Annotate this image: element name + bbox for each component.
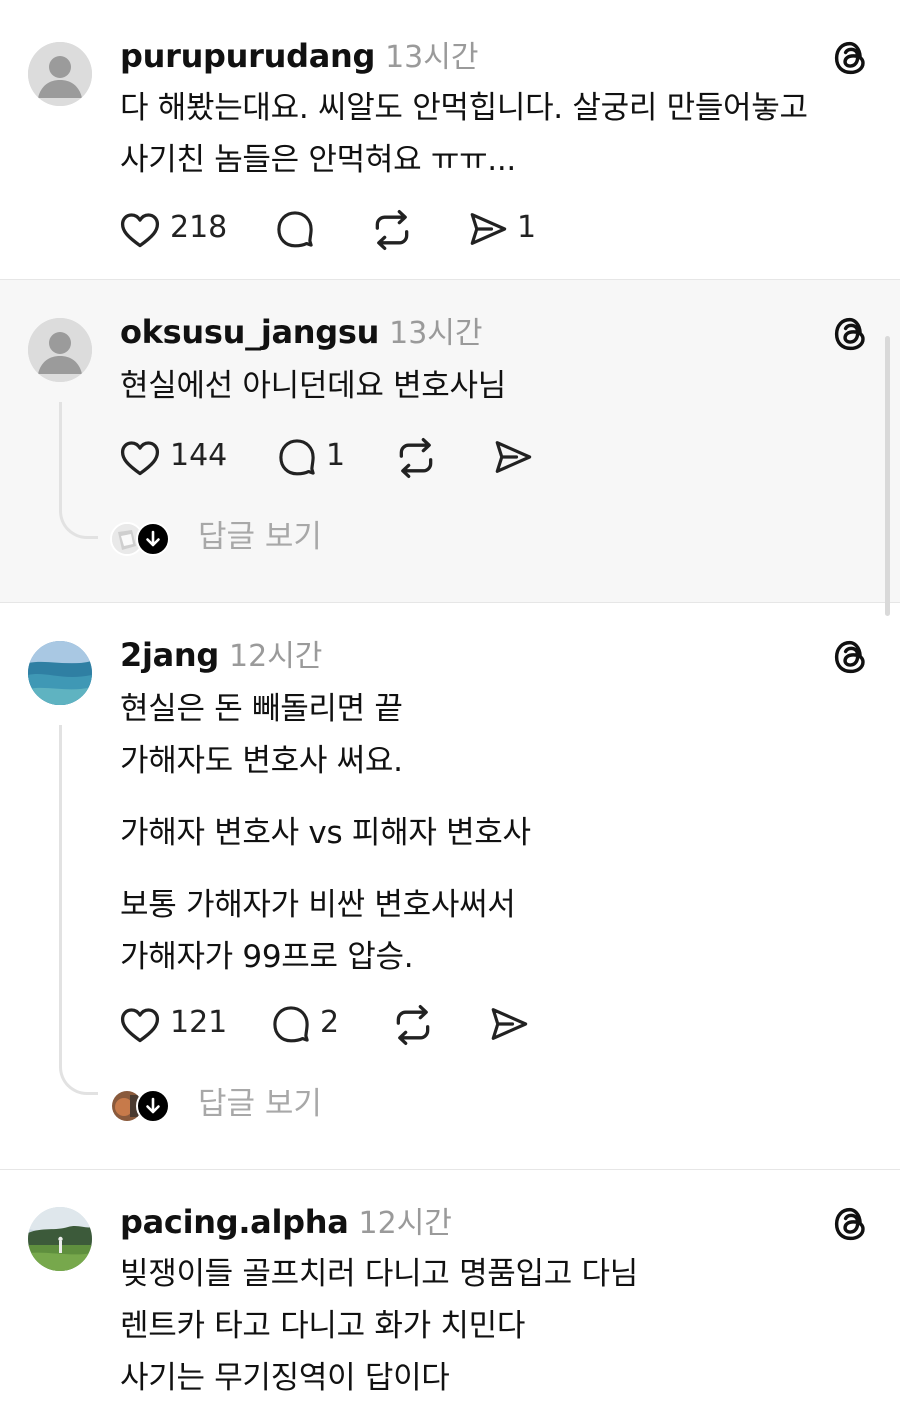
avatar[interactable] (28, 1207, 92, 1271)
avatar-image (28, 1207, 92, 1271)
post-line: 보통 가해자가 비싼 변호사써서 (120, 887, 516, 923)
post-line: 다 해봤는대요. 씨알도 안먹힙니다. 살궁리 만들어놓고 (120, 90, 808, 126)
comment-bubble-icon (270, 1003, 312, 1045)
heart-icon (118, 436, 162, 480)
comment-count: 1 (326, 438, 346, 473)
repost-icon (394, 436, 438, 480)
username[interactable]: pacing.alpha (120, 1203, 349, 1241)
like-count: 144 (170, 438, 228, 473)
post-line: 가해자가 99프로 압승. (120, 939, 414, 975)
scrollbar[interactable] (885, 336, 890, 616)
threads-logo-icon[interactable] (828, 1201, 874, 1247)
post: pacing.alpha 12시간 빚쟁이들 골프치러 다니고 명품입고 다님 렌… (0, 1170, 900, 1415)
avatar-image (28, 641, 92, 705)
post-line: 빚쟁이들 골프치러 다니고 명품입고 다님 (120, 1256, 638, 1292)
avatar[interactable] (28, 42, 92, 106)
default-user-icon (28, 318, 92, 382)
post-header: purupurudang 13시간 (120, 36, 478, 78)
timestamp: 13시간 (385, 40, 479, 75)
username[interactable]: oksusu_jangsu (120, 313, 379, 351)
post: oksusu_jangsu 13시간 현실에선 아니던데요 변호사님 144 1 … (0, 280, 900, 602)
timestamp: 12시간 (229, 639, 323, 674)
avatar[interactable] (28, 641, 92, 705)
post-text: 현실은 돈 빼돌리면 끝 가해자도 변호사 써요. 가해자 변호사 vs 피해자… (120, 683, 860, 983)
post-line: 렌트카 타고 다니고 화가 치민다 (120, 1308, 526, 1344)
heart-icon (118, 1003, 162, 1047)
post-text: 빚쟁이들 골프치러 다니고 명품입고 다님 렌트카 타고 다니고 화가 치민다 … (120, 1248, 860, 1404)
view-replies-label: 답글 보기 (198, 519, 322, 555)
threads-logo-icon[interactable] (828, 35, 874, 81)
arrow-down-icon (136, 1089, 170, 1123)
avatar[interactable] (28, 318, 92, 382)
repost-icon (370, 208, 414, 252)
post-text: 현실에선 아니던데요 변호사님 (120, 360, 860, 412)
comment-count: 2 (320, 1005, 340, 1040)
threads-logo-icon[interactable] (828, 311, 874, 357)
send-icon (492, 436, 534, 478)
share-count: 1 (517, 210, 537, 245)
repost-icon (391, 1003, 435, 1047)
like-count: 218 (170, 210, 228, 245)
reply-thread-line (59, 725, 98, 1095)
username[interactable]: purupurudang (120, 37, 375, 75)
timestamp: 12시간 (358, 1206, 452, 1241)
username[interactable]: 2jang (120, 636, 219, 674)
default-user-icon (28, 42, 92, 106)
like-count: 121 (170, 1005, 228, 1040)
post-line: 현실은 돈 빼돌리면 끝 (120, 691, 403, 727)
heart-icon (118, 208, 162, 252)
post-text: 다 해봤는대요. 씨알도 안먹힙니다. 살궁리 만들어놓고 사기친 놈들은 안먹… (120, 82, 860, 186)
post-line: 가해자도 변호사 써요. (120, 743, 403, 779)
post-line: 사기친 놈들은 안먹혀요 ㅠㅠ... (120, 142, 516, 178)
comment-bubble-icon (274, 208, 316, 250)
threads-logo-icon[interactable] (828, 634, 874, 680)
send-icon (488, 1003, 530, 1045)
view-replies-label: 답글 보기 (198, 1086, 322, 1122)
post-header: pacing.alpha 12시간 (120, 1202, 452, 1244)
post-line: 가해자 변호사 vs 피해자 변호사 (120, 815, 531, 851)
post: purupurudang 13시간 다 해봤는대요. 씨알도 안먹힙니다. 살궁리… (0, 0, 900, 279)
arrow-down-icon (136, 522, 170, 556)
reply-thread-line (59, 402, 98, 539)
post-header: 2jang 12시간 (120, 635, 322, 677)
comment-bubble-icon (276, 436, 318, 478)
post-line: 사기는 무기징역이 답이다 (120, 1360, 450, 1396)
post-line: 현실에선 아니던데요 변호사님 (120, 368, 506, 404)
post-header: oksusu_jangsu 13시간 (120, 312, 482, 354)
send-icon (467, 208, 509, 250)
post: 2jang 12시간 현실은 돈 빼돌리면 끝 가해자도 변호사 써요. 가해자 … (0, 603, 900, 1169)
timestamp: 13시간 (389, 316, 483, 351)
